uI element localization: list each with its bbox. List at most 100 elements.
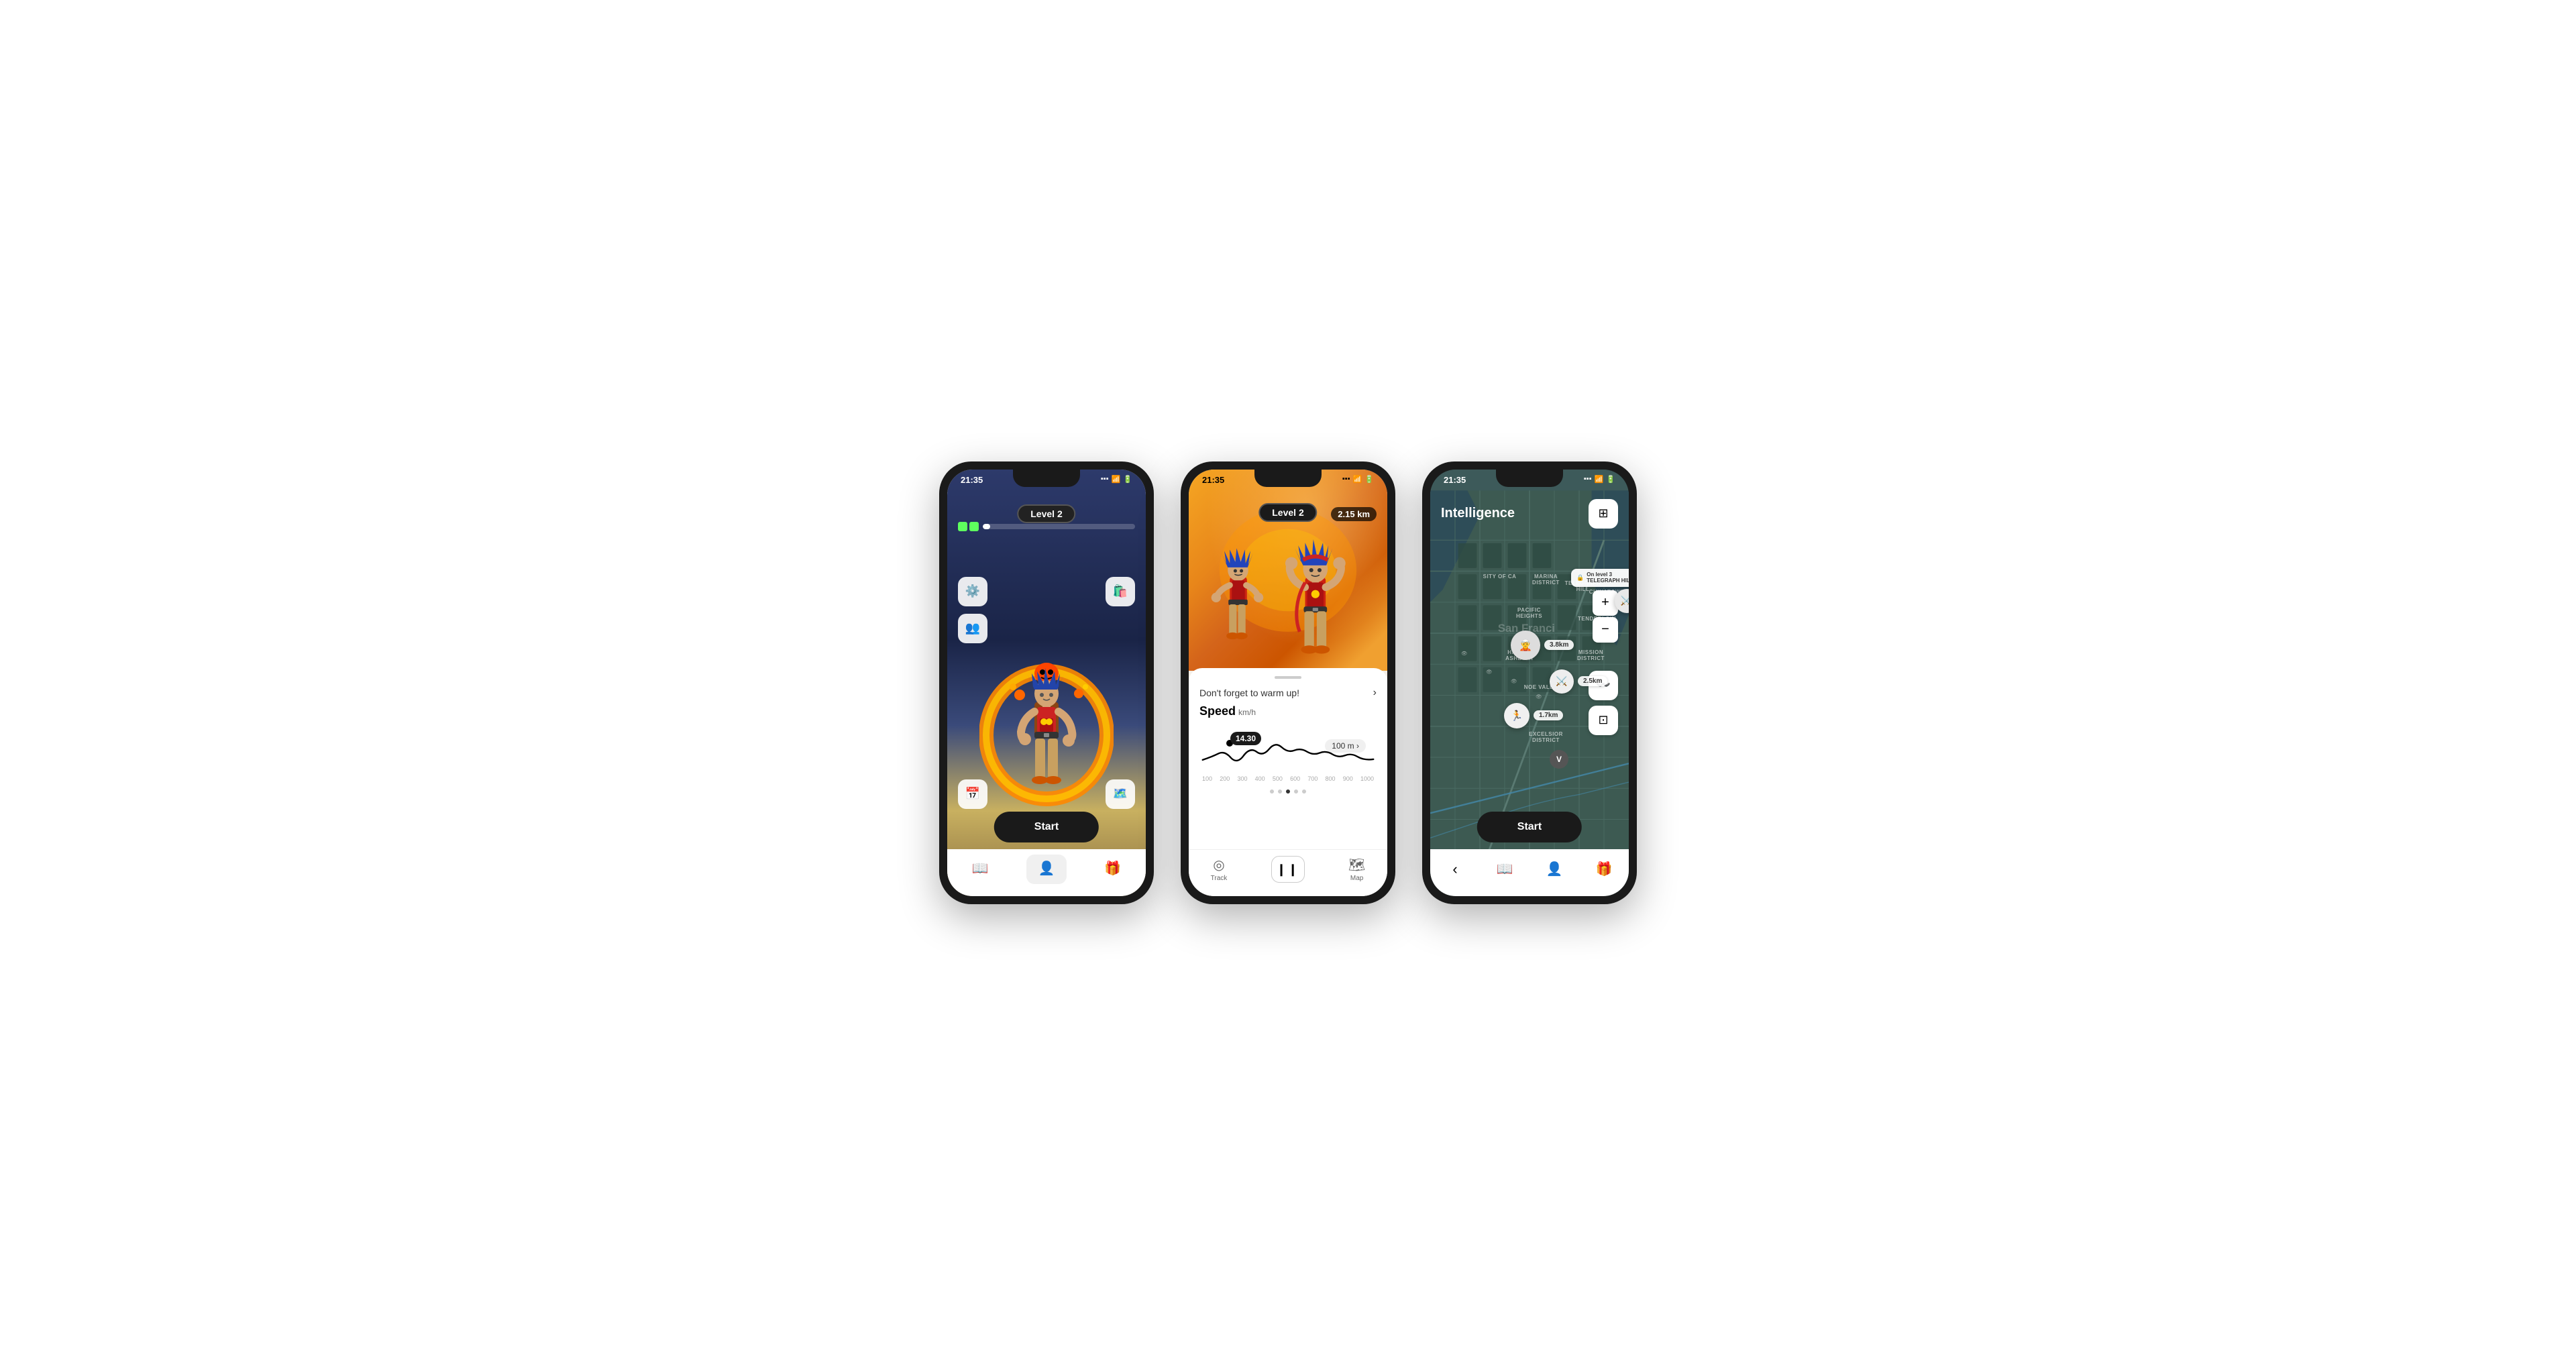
social-button[interactable]: 👥	[958, 614, 987, 643]
wifi-icon-2: 📶	[1353, 475, 1362, 484]
chart-labels: 100 200 300 400 500 600 700 800 900 1000	[1199, 775, 1377, 782]
settings-button[interactable]: ⚙️	[958, 577, 987, 606]
time-1: 21:35	[961, 475, 983, 485]
zoom-out-button[interactable]: −	[1593, 617, 1618, 643]
svg-text:👁: 👁	[1486, 669, 1492, 675]
hp-bar-1	[958, 522, 1135, 531]
page-dot-4	[1294, 789, 1298, 794]
bottom-nav-2: ◎ Track ❙❙ 🗺 Map	[1189, 849, 1387, 896]
battery-icon: 🔋	[1123, 475, 1132, 484]
notch-3	[1496, 470, 1563, 487]
pacific-heights: PACIFICHEIGHTS	[1511, 607, 1548, 619]
pause-icon: ❙❙	[1277, 863, 1299, 877]
time-3: 21:35	[1444, 475, 1466, 485]
hp-dot-2	[969, 522, 979, 531]
marker-bubble-1: 🧝	[1511, 631, 1540, 660]
nav-gift-3[interactable]: 🎁	[1587, 855, 1621, 884]
nav-item-gift-1[interactable]: 🎁	[1093, 855, 1133, 884]
battery-icon-2: 🔋	[1364, 475, 1374, 484]
phone-2-screen: 21:35 ▪▪▪ 📶 🔋 Level 2 2.15 km	[1189, 470, 1387, 896]
mission-district: MISSIONDISTRICT	[1572, 649, 1609, 661]
book-icon-1: 📖	[972, 860, 989, 877]
calendar-button[interactable]: 📅	[958, 779, 987, 809]
wifi-icon-3: 📶	[1595, 475, 1604, 484]
character-icon-1: 🧝	[1519, 639, 1532, 652]
gift-icon-3: 🎁	[1596, 861, 1613, 877]
layers-button[interactable]: ⊞	[1589, 499, 1618, 529]
map-icon-2: 🗺	[1348, 857, 1365, 873]
speed-label: Speed km/h	[1199, 704, 1377, 718]
marker-bubble-telegraph: ⚔️	[1615, 589, 1629, 613]
map-button[interactable]: 🗺️	[1106, 779, 1135, 809]
layers-icon: ⊞	[1598, 506, 1608, 521]
page-dots	[1199, 789, 1377, 794]
nav-map[interactable]: 🗺 Map	[1348, 857, 1365, 882]
weapon-icon-2: ⚔️	[1556, 675, 1567, 687]
character-icon-2: 🏃	[1511, 710, 1523, 722]
page-dot-5	[1302, 789, 1306, 794]
v-marker: V	[1550, 750, 1568, 769]
uc-berkeley: sity of Ca	[1481, 574, 1518, 580]
intel-title: Intelligence	[1441, 506, 1515, 521]
svg-text:👁: 👁	[1536, 694, 1542, 700]
phone2-artwork: 21:35 ▪▪▪ 📶 🔋 Level 2 2.15 km	[1189, 470, 1387, 671]
status-icons-3: ▪▪▪ 📶 🔋	[1584, 475, 1615, 484]
nav-back[interactable]: ‹	[1438, 855, 1472, 884]
marker-telegraph-hill: 🔒 On level 3TELEGRAPH HILL ⚔️	[1571, 569, 1629, 613]
nav-item-profile-1[interactable]: 👤	[1026, 855, 1067, 884]
nav-track[interactable]: ◎ Track	[1211, 857, 1228, 882]
level-badge-1: Level 2	[1017, 504, 1075, 523]
hp-dot-1	[958, 522, 967, 531]
excelsior-district: EXCELSIORDISTRICT	[1524, 731, 1568, 743]
gift-icon-1: 🎁	[1104, 860, 1121, 877]
phone-2: 21:35 ▪▪▪ 📶 🔋 Level 2 2.15 km	[1181, 461, 1395, 904]
book-icon-3: 📖	[1497, 861, 1513, 877]
level-badge-2: Level 2	[1258, 503, 1317, 522]
nav-item-book-1[interactable]: 📖	[960, 855, 1000, 884]
distance-badge: 2.15 km	[1331, 507, 1377, 521]
status-icons-2: ▪▪▪ 📶 🔋	[1342, 475, 1374, 484]
signal-icon-3: ▪▪▪	[1584, 475, 1592, 483]
page-dot-2	[1278, 789, 1282, 794]
speed-text: Speed	[1199, 704, 1236, 718]
notch-2	[1254, 470, 1322, 487]
chart-value: 14.30	[1230, 732, 1261, 745]
profile-icon-1: 👤	[1038, 860, 1055, 877]
status-icons-1: ▪▪▪ 📶 🔋	[1101, 475, 1132, 484]
nav-book-3[interactable]: 📖	[1488, 855, 1521, 884]
distance-3-8: 3.8km	[1544, 640, 1574, 650]
nav-pause[interactable]: ❙❙	[1271, 856, 1305, 883]
telegraph-label: 🔒 On level 3TELEGRAPH HILL	[1571, 569, 1629, 587]
back-icon: ‹	[1452, 861, 1457, 878]
frame-button[interactable]: ⊡	[1589, 706, 1618, 735]
xp-bar	[983, 524, 1135, 529]
nav-profile-3[interactable]: 👤	[1538, 855, 1571, 884]
signal-icon-2: ▪▪▪	[1342, 475, 1350, 483]
drag-handle[interactable]	[1275, 676, 1301, 679]
xp-fill	[983, 524, 990, 529]
svg-text:👁: 👁	[1511, 678, 1517, 684]
bottom-nav-3: ‹ 📖 👤 🎁	[1430, 849, 1629, 896]
svg-text:👁: 👁	[1461, 650, 1467, 656]
marker-bubble-3: 🏃	[1504, 703, 1529, 728]
warmup-text: Don't forget to warm up!	[1199, 688, 1299, 698]
page-dot-3	[1286, 789, 1290, 794]
signal-icon: ▪▪▪	[1101, 475, 1109, 483]
wifi-icon: 📶	[1112, 475, 1121, 484]
store-button[interactable]: 🛍️	[1106, 577, 1135, 606]
track-icon: ◎	[1213, 857, 1224, 873]
start-button-3[interactable]: Start	[1477, 812, 1582, 842]
distance-2-5: 2.5km	[1578, 676, 1607, 686]
phone-3-screen: San Franci 👁 👁 👁 👁 MARINADISTRICT PACIFI…	[1430, 470, 1629, 896]
intel-header: Intelligence ⊞	[1441, 499, 1618, 529]
marker-1-7km: 🏃 1.7km	[1504, 703, 1563, 728]
phone-1-screen: 21:35 ▪▪▪ 📶 🔋 Level 2 ⚙️	[947, 470, 1146, 896]
speed-section: Don't forget to warm up! › Speed km/h 10…	[1189, 668, 1387, 849]
map-label: Map	[1350, 875, 1363, 882]
weapon-icon-1: ⚔️	[1621, 595, 1629, 606]
notch-1	[1013, 470, 1080, 487]
warmup-row: Don't forget to warm up! ›	[1199, 687, 1377, 699]
start-button-1[interactable]: Start	[994, 812, 1099, 842]
marker-2-5km: ⚔️ 2.5km	[1550, 669, 1607, 694]
warmup-arrow[interactable]: ›	[1373, 687, 1377, 699]
